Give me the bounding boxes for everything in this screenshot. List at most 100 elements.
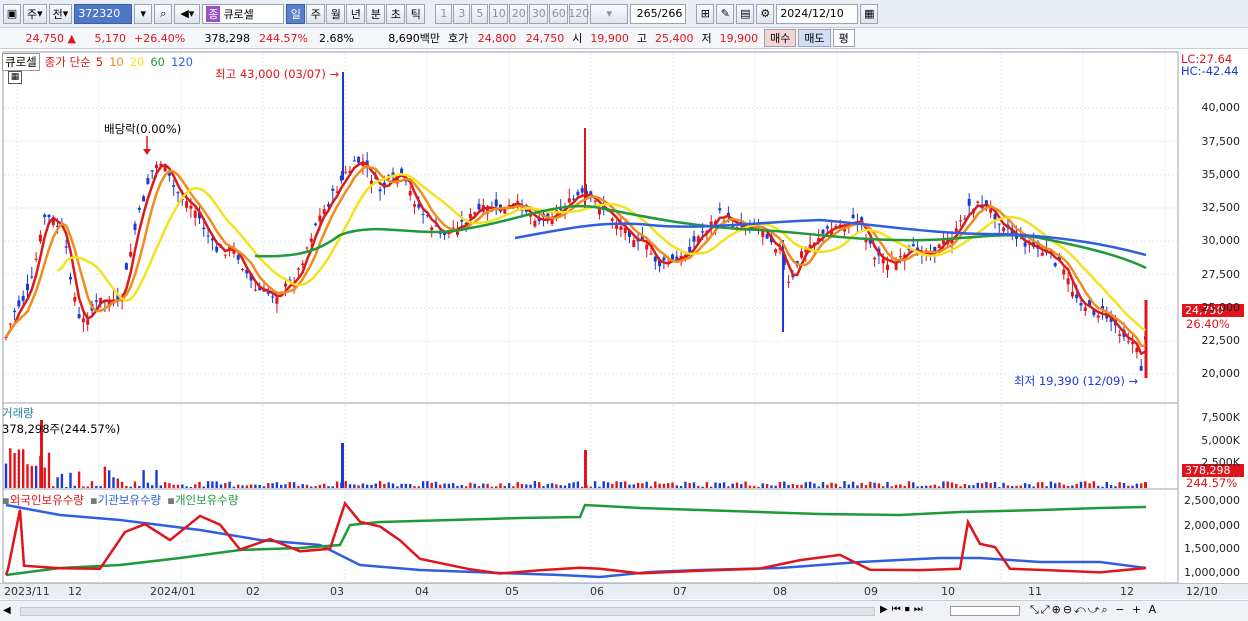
candle-body	[421, 214, 425, 216]
volume-last-pct: 244.57%	[1186, 476, 1238, 490]
search-icon[interactable]: ⌕	[154, 3, 173, 24]
volume-bar	[82, 486, 85, 488]
chart-tool-icons[interactable]: ⤡⤢⊕⊖⤺⤻⌕ − + A	[1030, 603, 1158, 617]
candle-body	[176, 192, 180, 194]
candle-body	[430, 227, 434, 231]
code-dropdown-icon[interactable]: ▾	[134, 3, 153, 24]
chart-type-select[interactable]: 주 ▾	[23, 3, 47, 24]
volume-bar	[645, 481, 648, 488]
candle-body	[468, 213, 472, 219]
interval-button-120[interactable]: 120	[568, 3, 589, 24]
volume-bar	[925, 485, 928, 488]
gear-icon[interactable]: ⚙	[756, 3, 775, 24]
volume-bar	[641, 483, 644, 488]
price-y-label-4: 30,000	[1201, 234, 1241, 247]
volume-bar	[86, 486, 89, 488]
volume-bar	[417, 486, 420, 488]
scroll-track[interactable]	[20, 607, 875, 616]
candle-body	[701, 231, 705, 233]
candle-body	[959, 220, 963, 222]
volume-bar	[503, 485, 506, 488]
period-tab-3[interactable]: 년	[346, 3, 366, 24]
volume-bar	[185, 486, 188, 488]
crosshair-icon[interactable]: ⊞	[696, 3, 715, 24]
chart-toolbar: ▣ 주 ▾ 전 ▾ 372320 ▾ ⌕ ◀▾ 종 큐로셀 일주월년분초틱 1351…	[0, 0, 1248, 28]
volume-bar	[1114, 486, 1117, 488]
candle-body	[378, 189, 382, 192]
open-price: 19,900	[590, 31, 629, 45]
volume-bar	[314, 486, 317, 488]
candle-body	[954, 228, 958, 232]
candle-body	[133, 223, 137, 230]
period-tab-0[interactable]: 일	[286, 3, 306, 24]
interval-button-1[interactable]: 1	[435, 3, 453, 24]
volume-bar	[138, 486, 141, 488]
volume-bar	[834, 483, 838, 488]
period-tab-2[interactable]: 월	[326, 3, 346, 24]
data-count-field[interactable]: 265/266	[630, 3, 687, 24]
volume-bar	[151, 485, 154, 488]
zoom-slider[interactable]	[950, 606, 1020, 616]
interval-button-3[interactable]: 3	[453, 3, 471, 24]
interval-button-20[interactable]: 20	[509, 3, 529, 24]
stock-name-field[interactable]: 종 큐로셀	[202, 3, 285, 24]
drawing-tool-icon[interactable]: ✎	[716, 3, 735, 24]
stock-badge: 종	[206, 5, 221, 22]
buy-button[interactable]: 매수	[764, 29, 797, 47]
volume-bar	[288, 482, 291, 488]
volume-bar	[387, 482, 390, 488]
candle-body	[976, 201, 980, 203]
interval-button-5[interactable]: 5	[471, 3, 489, 24]
playback-controls[interactable]: ▶⏮⏹⏭	[880, 604, 927, 615]
volume-bar	[159, 485, 162, 488]
candle-body	[77, 314, 81, 318]
mode-select[interactable]: 전 ▾	[48, 3, 73, 24]
volume-bar	[830, 482, 833, 488]
volume-bar	[120, 481, 124, 488]
volume-bar	[1101, 486, 1104, 488]
table-icon[interactable]: ▦	[8, 71, 22, 84]
volume-bar	[839, 486, 842, 488]
volume-bar	[697, 485, 700, 488]
interval-button-60[interactable]: 60	[549, 3, 569, 24]
volume-bar	[593, 481, 597, 488]
volume-bar	[357, 485, 360, 488]
period-tab-4[interactable]: 분	[366, 3, 386, 24]
sound-icon[interactable]: ◀▾	[174, 3, 201, 24]
holding-y-label-1: 2,000,000	[1184, 519, 1240, 532]
volume-bar	[903, 486, 906, 488]
scroll-left-icon[interactable]: ◀	[3, 605, 11, 616]
x-label-13: 12	[1120, 585, 1134, 598]
volume-bar	[1122, 483, 1126, 488]
candle-body	[331, 188, 335, 191]
data-count: 265	[636, 7, 658, 20]
interval-button-30[interactable]: 30	[529, 3, 549, 24]
chart-menu-icon[interactable]: ▣	[3, 3, 21, 24]
bid-price: 24,750	[525, 31, 565, 45]
candle-body	[825, 226, 829, 229]
volume-bar	[348, 484, 352, 488]
volume-bar	[335, 481, 339, 488]
candle-body	[662, 257, 666, 261]
date-input[interactable]: 2024/12/10	[776, 3, 859, 24]
candle-body	[344, 171, 348, 173]
stock-code-input[interactable]: 372320	[74, 3, 133, 24]
interval-button-10[interactable]: 10	[489, 3, 509, 24]
volume-bar	[112, 477, 115, 488]
period-tab-5[interactable]: 초	[386, 3, 406, 24]
volume-bar	[1075, 483, 1078, 488]
sell-button[interactable]: 매도	[798, 29, 831, 47]
period-tab-6[interactable]: 틱	[406, 3, 426, 24]
eval-button[interactable]: 평	[832, 29, 855, 47]
period-tab-1[interactable]: 주	[306, 3, 326, 24]
save-icon[interactable]: ▤	[736, 3, 755, 24]
volume-bar	[589, 486, 592, 488]
interval-input[interactable]: ▾	[590, 3, 629, 24]
ma-legend-120: 120	[170, 55, 193, 69]
calendar-icon[interactable]: ▦	[860, 3, 879, 24]
volume-bar	[1071, 485, 1074, 488]
volume-bar	[667, 483, 670, 488]
chart-scrollbar[interactable]: ◀ ▶⏮⏹⏭ ⤡⤢⊕⊖⤺⤻⌕ − + A	[0, 600, 1248, 621]
volume-bar	[473, 483, 476, 488]
volume-spike-2	[341, 443, 344, 488]
